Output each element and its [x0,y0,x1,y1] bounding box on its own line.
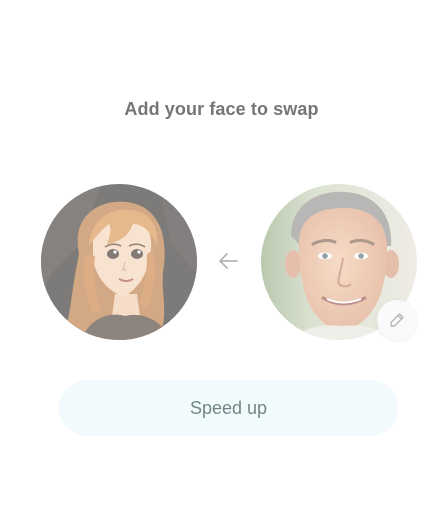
edit-face-button[interactable] [377,300,417,340]
arrow-left-icon [219,253,238,269]
dimmed-content: Add your face to swap Speed up [0,0,443,527]
page-title: Add your face to swap [124,99,319,119]
anime-girl-portrait-icon [41,184,197,340]
pencil-icon [390,313,404,327]
source-face-avatar[interactable] [41,184,197,340]
speed-up-button[interactable]: Speed up [59,380,398,436]
